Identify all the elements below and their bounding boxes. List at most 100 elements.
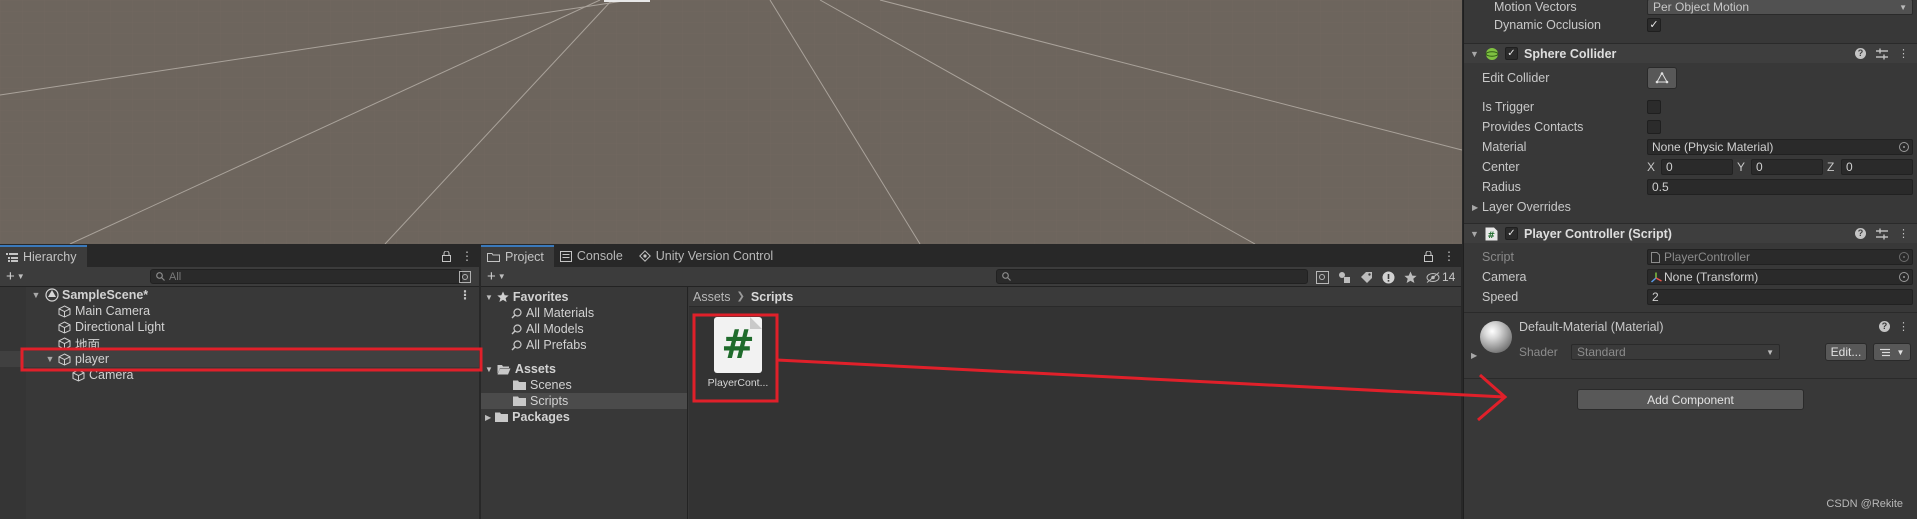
help-icon[interactable]: ? [1879, 321, 1890, 332]
hierarchy-item-camera[interactable]: Camera [0, 367, 479, 383]
favorite-star-icon[interactable] [1404, 271, 1417, 284]
help-icon[interactable]: ? [1855, 48, 1866, 59]
help-icon[interactable]: ? [1855, 228, 1866, 239]
tab-console[interactable]: Console [554, 245, 633, 267]
component-enabled-checkbox[interactable]: ✓ [1505, 227, 1518, 240]
tree-assets-label: Assets [514, 362, 556, 376]
tree-assets[interactable]: ▼ Assets [481, 361, 687, 377]
csharp-script-icon: # [714, 317, 762, 373]
tree-favorites[interactable]: ▼ Favorites [481, 289, 687, 305]
foldout-closed-icon[interactable]: ▶ [1472, 203, 1478, 212]
log-type-icon[interactable] [1382, 271, 1395, 284]
search-icon [511, 323, 522, 334]
tab-project[interactable]: Project [481, 245, 554, 267]
edit-collider-button[interactable] [1647, 67, 1677, 89]
scene-view[interactable] [0, 0, 1462, 244]
hierarchy-item-ground[interactable]: 地面 [0, 335, 479, 352]
edit-button-label: Edit... [1830, 345, 1862, 359]
hierarchy-item-player[interactable]: ▼ player [0, 351, 479, 367]
project-folder-tree: ▼ Favorites All Materials All Models All… [481, 287, 688, 519]
script-object-field: PlayerController [1647, 249, 1913, 265]
create-asset-button[interactable]: + ▼ [481, 268, 506, 285]
motion-vectors-dropdown[interactable]: Per Object Motion ▼ [1647, 0, 1913, 15]
shader-value: Standard [1577, 345, 1626, 359]
tree-folder-scripts[interactable]: Scripts [481, 393, 687, 409]
dynamic-occlusion-checkbox[interactable]: ✓ [1647, 18, 1661, 32]
center-x-input[interactable]: 0 [1661, 159, 1733, 175]
material-object-field[interactable]: None (Physic Material) [1647, 139, 1913, 155]
chevron-down-icon: ▼ [1899, 2, 1907, 12]
tab-hierarchy[interactable]: Hierarchy [0, 245, 87, 267]
label-tag-icon[interactable] [1360, 271, 1373, 284]
folder-icon [513, 380, 526, 390]
is-trigger-checkbox[interactable] [1647, 100, 1661, 114]
kebab-menu-icon[interactable]: ⋮ [461, 249, 473, 263]
component-enabled-checkbox[interactable]: ✓ [1505, 47, 1518, 60]
project-search-input[interactable] [996, 269, 1308, 284]
preset-sliders-icon[interactable] [1876, 48, 1888, 60]
foldout-open-icon[interactable]: ▼ [1470, 229, 1479, 239]
kebab-menu-icon[interactable]: ⋮ [1898, 47, 1909, 60]
asset-player-controller[interactable]: # PlayerCont... [699, 317, 777, 389]
tree-favorite-item[interactable]: All Materials [481, 305, 687, 321]
tab-project-label: Project [505, 250, 544, 264]
shader-edit-button[interactable]: Edit... [1825, 343, 1867, 361]
foldout-open-icon[interactable]: ▼ [30, 290, 42, 300]
object-picker-icon[interactable] [1899, 142, 1909, 152]
breadcrumb-assets[interactable]: Assets [693, 290, 731, 304]
preset-sliders-icon[interactable] [1876, 228, 1888, 240]
tab-unity-version-control[interactable]: Unity Version Control [633, 245, 783, 267]
kebab-menu-icon[interactable]: ⋮ [1898, 320, 1909, 333]
filter-by-type-icon[interactable] [1338, 271, 1351, 284]
center-vector-field: X 0 Y 0 Z 0 [1647, 159, 1913, 175]
center-z-input[interactable]: 0 [1841, 159, 1913, 175]
scene-visibility-icon[interactable] [459, 271, 471, 283]
foldout-closed-icon[interactable]: ▶ [1471, 351, 1477, 360]
csharp-script-icon [1651, 252, 1660, 263]
shader-dropdown[interactable]: Standard ▼ [1571, 344, 1780, 360]
tree-favorite-item[interactable]: All Models [481, 321, 687, 337]
layer-overrides-row[interactable]: ▶ Layer Overrides [1464, 198, 1917, 216]
radius-input[interactable]: 0.5 [1647, 179, 1913, 195]
motion-vectors-label: Motion Vectors [1494, 0, 1577, 14]
breadcrumb-scripts[interactable]: Scripts [751, 290, 793, 304]
hierarchy-item-directional-light[interactable]: Directional Light [0, 319, 479, 335]
object-picker-icon[interactable] [1899, 272, 1909, 282]
kebab-menu-icon[interactable]: ⋮ [1443, 249, 1455, 263]
hierarchy-scene-row[interactable]: ▼ SampleScene* ⋮ [0, 287, 479, 303]
lock-icon[interactable] [1424, 250, 1433, 262]
add-component-button[interactable]: Add Component [1577, 389, 1804, 410]
foldout-open-icon[interactable]: ▼ [1470, 49, 1479, 59]
tree-folder-scenes[interactable]: Scenes [481, 377, 687, 393]
speed-input[interactable]: 2 [1647, 289, 1913, 305]
provides-contacts-checkbox[interactable] [1647, 120, 1661, 134]
chevron-down-icon: ▼ [1766, 347, 1774, 357]
chevron-down-icon: ▼ [16, 272, 25, 281]
foldout-open-icon[interactable]: ▼ [485, 293, 493, 302]
folder-icon [495, 412, 509, 422]
foldout-open-icon[interactable]: ▼ [485, 365, 493, 374]
hierarchy-item-main-camera[interactable]: Main Camera [0, 303, 479, 319]
search-placeholder: All [169, 270, 182, 283]
tree-packages[interactable]: ▶ Packages [481, 409, 687, 425]
tree-favorite-item[interactable]: All Prefabs [481, 337, 687, 353]
breadcrumb: Assets ❯ Scripts [689, 287, 1461, 307]
material-value: None (Physic Material) [1652, 140, 1774, 154]
foldout-open-icon[interactable]: ▼ [44, 354, 56, 364]
hierarchy-toolbar: + ▼ All [0, 267, 479, 287]
create-button[interactable]: + ▼ [0, 268, 25, 285]
sphere-collider-header[interactable]: ▼ ✓ Sphere Collider ? ⋮ [1464, 43, 1917, 63]
kebab-menu-icon[interactable]: ⋮ [459, 288, 471, 302]
camera-object-field[interactable]: None (Transform) [1647, 269, 1913, 285]
center-y-input[interactable]: 0 [1751, 159, 1823, 175]
search-by-type-icon[interactable] [1316, 270, 1329, 284]
foldout-closed-icon[interactable]: ▶ [485, 413, 491, 422]
lock-icon[interactable] [442, 250, 451, 262]
project-asset-area: Assets ❯ Scripts # PlayerCont... [689, 287, 1461, 519]
shader-label: Shader [1519, 345, 1558, 359]
hierarchy-search-input[interactable]: All [150, 269, 462, 284]
kebab-menu-icon[interactable]: ⋮ [1898, 227, 1909, 240]
player-controller-header[interactable]: ▼ # ✓ Player Controller (Script) ? ⋮ [1464, 223, 1917, 243]
shader-options-dropdown[interactable]: ▼ [1873, 343, 1911, 361]
hidden-packages-toggle[interactable]: 14 [1426, 270, 1455, 284]
